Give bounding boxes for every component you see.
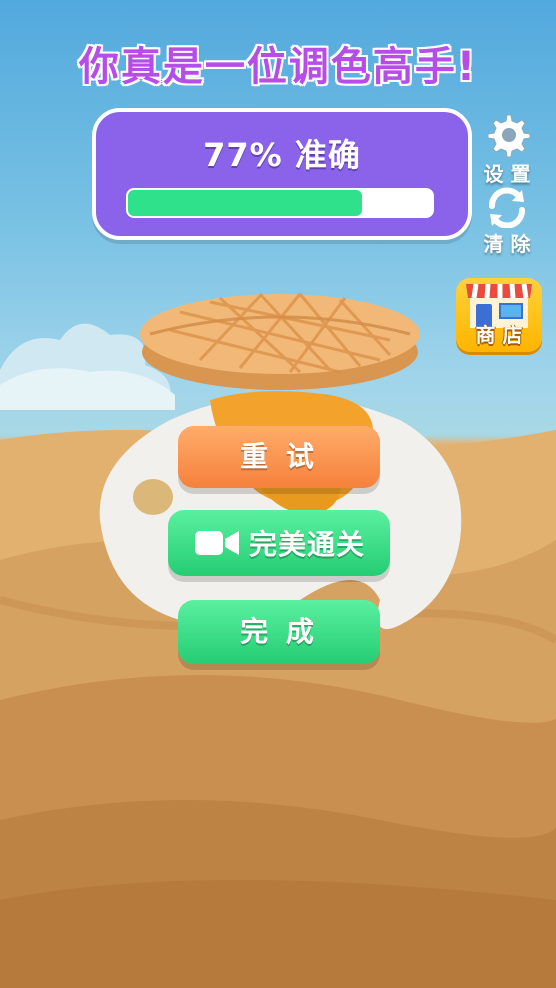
accuracy-text: 77% 准确 (203, 136, 361, 174)
settings-button[interactable]: 设 置 (472, 112, 542, 187)
accuracy-bar-track (126, 188, 434, 218)
retry-button[interactable]: 重 试 (178, 426, 380, 488)
accuracy-bar-fill (128, 190, 362, 216)
gear-icon (487, 114, 531, 158)
accuracy-panel: 77% 准确 (92, 108, 472, 240)
shop-button[interactable]: 商 店 (456, 278, 542, 352)
result-title: 你真是一位调色高手! (78, 44, 478, 90)
clear-button[interactable]: 清 除 (472, 186, 542, 257)
perfect-clear-label: 完美通关 (248, 528, 365, 561)
perfect-clear-button[interactable]: 完美通关 (168, 510, 390, 576)
settings-label: 设 置 (483, 162, 531, 186)
game-scene: 你真是一位调色高手! 77% 准确 设 置 清 除 商 店 重 试 完美通关 完… (0, 0, 556, 988)
done-button[interactable]: 完 成 (178, 600, 380, 664)
refresh-icon (489, 187, 525, 228)
clear-label: 清 除 (483, 232, 531, 256)
shop-label: 商 店 (475, 323, 523, 347)
video-camera-icon (194, 531, 239, 555)
